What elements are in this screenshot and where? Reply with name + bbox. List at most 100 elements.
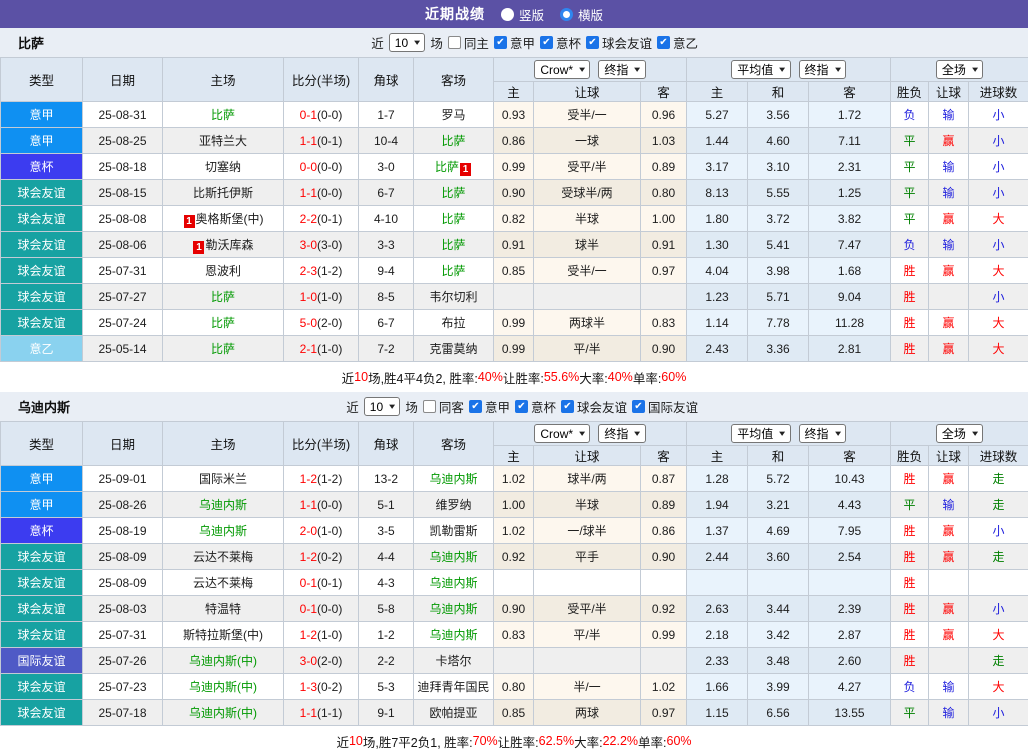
radio-label: 横版 xyxy=(578,5,603,24)
chevron-down-icon: ▾ xyxy=(579,64,585,75)
match-type-badge: 球会友谊 xyxy=(1,310,83,336)
filter-suffix-label: 场 xyxy=(405,397,418,416)
match-date: 25-08-26 xyxy=(83,492,163,518)
match-date: 25-09-01 xyxy=(83,466,163,492)
away-team: 乌迪内斯 xyxy=(429,602,477,616)
column-header: 日期 xyxy=(83,58,163,102)
league-filter-1-3[interactable]: ✔球会友谊 xyxy=(586,33,652,52)
handicap-line: 一/球半 xyxy=(534,518,641,544)
chevron-down-icon: ▾ xyxy=(414,37,420,48)
match-date: 25-08-31 xyxy=(83,102,163,128)
result-goals: 大 xyxy=(969,674,1028,700)
match-count-select[interactable]: 10▾ xyxy=(389,33,426,52)
avg-away: 2.39 xyxy=(809,596,891,622)
match-type-badge: 球会友谊 xyxy=(1,232,83,258)
select-value: 终指 xyxy=(604,425,628,442)
average-group-header: 平均值▾ 终指▾ xyxy=(687,58,891,82)
avg-away: 10.43 xyxy=(809,466,891,492)
away-team: 欧帕提亚 xyxy=(429,706,477,720)
result-outcome: 胜 xyxy=(891,518,929,544)
league-filter-2-2[interactable]: ✔意杯 xyxy=(515,397,556,416)
layout-radio-horizontal[interactable]: 横版 xyxy=(560,5,603,24)
avg-away: 7.11 xyxy=(809,128,891,154)
match-type-badge: 球会友谊 xyxy=(1,700,83,726)
away-team: 乌迪内斯 xyxy=(429,576,477,590)
same-venue-checkbox[interactable]: 同客 xyxy=(423,397,464,416)
home-team-cell: 比萨 xyxy=(163,102,284,128)
odds-select-1[interactable]: Crow*▾ xyxy=(534,424,590,443)
average-select-1[interactable]: 平均值▾ xyxy=(731,60,790,79)
corner-count: 4-4 xyxy=(359,544,414,570)
handicap-line: 球半 xyxy=(534,232,641,258)
chevron-down-icon: ▾ xyxy=(579,428,585,439)
same-venue-checkbox[interactable]: 同主 xyxy=(448,33,489,52)
league-filter-2-3[interactable]: ✔球会友谊 xyxy=(561,397,627,416)
result-select-1[interactable]: 全场▾ xyxy=(936,60,983,79)
corner-count: 7-2 xyxy=(359,336,414,362)
layout-radio-vertical[interactable]: 竖版 xyxy=(501,5,544,24)
match-count-select[interactable]: 10▾ xyxy=(364,397,401,416)
result-outcome: 胜 xyxy=(891,310,929,336)
fulltime-score: 1-2 xyxy=(300,628,317,642)
summary-segment: 场,胜4平4负2, 胜率: xyxy=(368,368,478,387)
result-goals: 大 xyxy=(969,258,1028,284)
summary-segment: 近 xyxy=(336,732,349,751)
summary-segment: 22.2% xyxy=(603,734,638,748)
odds-home: 1.00 xyxy=(494,492,534,518)
corner-count: 4-3 xyxy=(359,570,414,596)
odds-select-2[interactable]: 终指▾ xyxy=(598,424,645,443)
odds-select-2[interactable]: 终指▾ xyxy=(598,60,645,79)
column-subheader: 让球 xyxy=(929,446,969,466)
avg-draw: 4.69 xyxy=(748,518,809,544)
summary-segment: 场,胜7平2负1, 胜率: xyxy=(363,732,473,751)
recent-results-panel: 近期战绩 竖版 横版 比萨近10▾场 同主✔意甲✔意杯✔球会友谊✔意乙类型日期主… xyxy=(0,0,1028,756)
odds-home: 0.91 xyxy=(494,232,534,258)
home-team: 切塞纳 xyxy=(205,160,241,174)
match-row: 球会友谊25-07-31斯特拉斯堡(中)1-2(1-0)1-2乌迪内斯0.83平… xyxy=(1,622,1028,648)
average-select-2[interactable]: 终指▾ xyxy=(799,60,846,79)
home-team-cell: 乌迪内斯 xyxy=(163,492,284,518)
league-filter-1-2[interactable]: ✔意杯 xyxy=(540,33,581,52)
away-team-cell: 乌迪内斯 xyxy=(414,596,494,622)
odds-home: 0.85 xyxy=(494,258,534,284)
match-row: 球会友谊25-08-15比斯托伊斯1-1(0-0)6-7比萨0.90受球半/两0… xyxy=(1,180,1028,206)
column-subheader: 主 xyxy=(494,446,534,466)
radio-icon xyxy=(560,8,573,21)
away-team: 卡塔尔 xyxy=(435,654,471,668)
result-outcome: 平 xyxy=(891,180,929,206)
halftime-score: (1-0) xyxy=(317,290,342,304)
radio-label: 竖版 xyxy=(519,5,544,24)
result-select-1[interactable]: 全场▾ xyxy=(936,424,983,443)
corner-count: 4-10 xyxy=(359,206,414,232)
odds-group-header: Crow* ▾ 终指▾ xyxy=(494,58,687,82)
checkbox-icon: ✔ xyxy=(561,400,574,413)
league-filter-1-4[interactable]: ✔意乙 xyxy=(657,33,698,52)
match-date: 25-08-09 xyxy=(83,570,163,596)
away-team-cell: 布拉 xyxy=(414,310,494,336)
away-team-cell: 比萨 xyxy=(414,206,494,232)
select-value: Crow* xyxy=(540,63,573,77)
league-filter-2-1[interactable]: ✔意甲 xyxy=(469,397,510,416)
match-date: 25-07-18 xyxy=(83,700,163,726)
result-goals: 小 xyxy=(969,232,1028,258)
checkbox-label: 意杯 xyxy=(531,397,556,416)
avg-draw: 3.60 xyxy=(748,544,809,570)
avg-away: 4.27 xyxy=(809,674,891,700)
avg-home: 1.94 xyxy=(687,492,748,518)
result-handicap: 输 xyxy=(929,492,969,518)
league-filter-1-1[interactable]: ✔意甲 xyxy=(494,33,535,52)
summary-segment: 60% xyxy=(661,370,686,384)
odds-select-1[interactable]: Crow* ▾ xyxy=(534,60,590,79)
away-team: 克雷莫纳 xyxy=(429,342,477,356)
match-type-badge: 球会友谊 xyxy=(1,596,83,622)
odds-away: 0.89 xyxy=(641,154,687,180)
result-handicap: 输 xyxy=(929,102,969,128)
result-goals: 小 xyxy=(969,700,1028,726)
fulltime-score: 1-1 xyxy=(300,706,317,720)
avg-away: 3.82 xyxy=(809,206,891,232)
away-team: 迪拜青年国民 xyxy=(417,680,489,694)
average-select-2[interactable]: 终指▾ xyxy=(799,424,846,443)
avg-home: 2.33 xyxy=(687,648,748,674)
league-filter-2-4[interactable]: ✔国际友谊 xyxy=(632,397,698,416)
average-select-1[interactable]: 平均值▾ xyxy=(731,424,790,443)
